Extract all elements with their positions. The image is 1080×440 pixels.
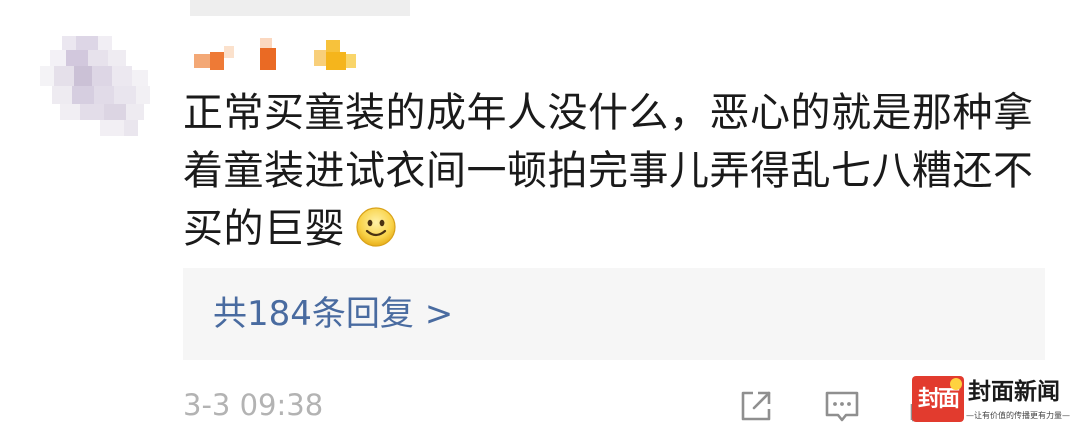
watermark-logo-dot [950, 378, 962, 390]
watermark-name: 封面新闻 [968, 378, 1060, 405]
comment-text: 正常买童装的成年人没什么，恶心的就是那种拿 着童装进试衣间一顿拍完事儿弄得乱七八… [183, 84, 1043, 258]
share-icon[interactable] [736, 386, 776, 426]
comment-timestamp: 3-3 09:38 [183, 388, 324, 422]
comment-line-text: 买的巨婴 [183, 206, 345, 252]
comment-line: 着童装进试衣间一顿拍完事儿弄得乱七八糟还不 [183, 148, 1034, 194]
watermark-slogan: —让有价值的传播更有力量— [966, 411, 1070, 420]
view-replies-link[interactable]: 共184条回复 > [213, 294, 453, 334]
avatar[interactable] [40, 30, 158, 140]
username[interactable] [190, 36, 390, 72]
smile-emoji-icon [355, 206, 397, 248]
publisher-watermark: 封面 封面新闻 —让有价值的传播更有力量— [912, 376, 1074, 432]
comment-line-last: 买的巨婴 [183, 200, 1043, 258]
comment-card: 正常买童装的成年人没什么，恶心的就是那种拿 着童装进试衣间一顿拍完事儿弄得乱七八… [0, 0, 1080, 440]
replies-panel[interactable]: 共184条回复 > [183, 268, 1045, 360]
comment-line: 正常买童装的成年人没什么，恶心的就是那种拿 [183, 90, 1034, 136]
comment-icon[interactable] [822, 386, 862, 426]
previous-item-edge [190, 0, 410, 16]
